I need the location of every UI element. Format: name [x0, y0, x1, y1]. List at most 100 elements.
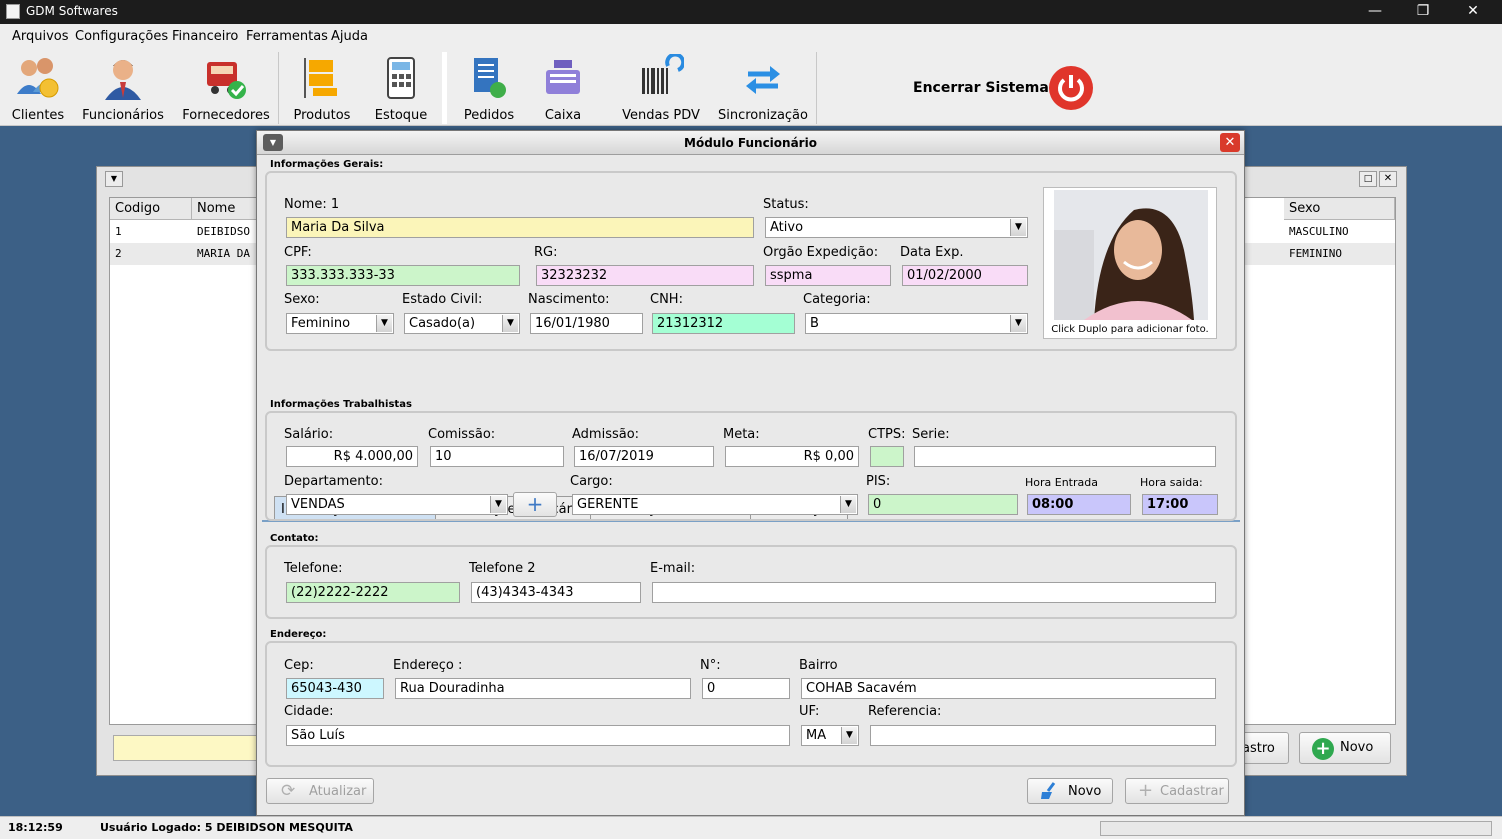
admissao-field[interactable]: 16/07/2019 — [574, 446, 714, 467]
chevron-down-icon[interactable]: ▼ — [105, 171, 123, 187]
toolbar-label: Caixa — [544, 108, 582, 123]
toolbar-label: Estoque — [374, 108, 428, 123]
email-field[interactable] — [652, 582, 1216, 603]
cidade-field[interactable]: São Luís — [286, 725, 790, 746]
estado-civil-select[interactable]: Casado(a) ▼ — [404, 313, 520, 334]
cadastrar-button[interactable]: + Cadastrar — [1125, 778, 1229, 804]
data-exp-label: Data Exp. — [900, 245, 964, 260]
telefone-field[interactable]: (22)2222-2222 — [286, 582, 460, 603]
cep-field[interactable]: 65043-430 — [286, 678, 384, 699]
truck-check-icon — [207, 62, 246, 99]
comissao-field[interactable]: 10 — [430, 446, 564, 467]
toolbar-clientes[interactable]: Clientes — [6, 50, 70, 126]
menu-arquivos[interactable]: Arquivos — [12, 29, 69, 44]
categoria-select[interactable]: B ▼ — [805, 313, 1028, 334]
refresh-icon: ⟳ — [281, 781, 296, 801]
column-header-nome[interactable]: Nome — [192, 198, 262, 220]
telefone2-field[interactable]: (43)4343-4343 — [471, 582, 641, 603]
orders-icon — [474, 58, 506, 98]
toolbar-pedidos[interactable]: Pedidos — [456, 50, 522, 126]
cargo-value: GERENTE — [577, 497, 639, 512]
cidade-label: Cidade: — [284, 704, 334, 719]
atualizar-button[interactable]: ⟳ Atualizar — [266, 778, 374, 804]
employee-photo[interactable]: Click Duplo para adicionar foto. — [1043, 187, 1217, 339]
referencia-field[interactable] — [870, 725, 1216, 746]
menu-financeiro[interactable]: Financeiro — [172, 29, 238, 44]
maximize-icon[interactable]: □ — [1359, 171, 1377, 187]
meta-field[interactable]: R$ 0,00 — [725, 446, 859, 467]
power-icon[interactable] — [1049, 66, 1093, 110]
menu-ferramentas[interactable]: Ferramentas — [246, 29, 328, 44]
cnh-field[interactable]: 21312312 — [652, 313, 795, 334]
search-field[interactable] — [113, 735, 263, 761]
cell-nome: MARIA DA — [197, 247, 250, 260]
encerrar-sistema-label[interactable]: Encerrar Sistema — [913, 80, 1049, 96]
section-contato: Contato: — [270, 533, 319, 544]
pis-field[interactable]: 0 — [868, 494, 1018, 515]
novo-label: Novo — [1068, 784, 1102, 799]
uf-select[interactable]: MA ▼ — [801, 725, 859, 746]
uf-value: MA — [806, 728, 827, 743]
dialog-title: Módulo Funcionário — [684, 136, 817, 150]
novo-button[interactable]: Novo — [1027, 778, 1113, 804]
menu-configuracoes[interactable]: Configurações — [75, 29, 168, 44]
close-icon[interactable]: ✕ — [1220, 133, 1240, 152]
toolbar-label: Clientes — [11, 108, 65, 123]
salario-label: Salário: — [284, 427, 334, 442]
chevron-down-icon: ▼ — [502, 315, 518, 332]
toolbar-caixa[interactable]: Caixa — [532, 50, 594, 126]
sexo-value: Feminino — [291, 316, 351, 331]
column-header-sexo[interactable]: Sexo — [1284, 198, 1395, 220]
column-header-codigo[interactable]: Codigo — [110, 198, 192, 220]
cell-nome: DEIBIDSO — [197, 225, 250, 238]
close-window-button[interactable]: ✕ — [1450, 0, 1496, 24]
nome-field[interactable]: Maria Da Silva — [286, 217, 754, 238]
bairro-field[interactable]: COHAB Sacavém — [801, 678, 1216, 699]
toolbar-funcionarios[interactable]: Funcionários — [80, 50, 166, 126]
cell-codigo: 2 — [115, 247, 122, 260]
modulo-funcionario-dialog: ▼ Módulo Funcionário ✕ Informações Gerai… — [256, 130, 1245, 816]
cadastrar-label: Cadastrar — [1160, 784, 1224, 799]
toolbar-label: Pedidos — [463, 108, 515, 123]
departamento-select[interactable]: VENDAS ▼ — [286, 494, 508, 515]
telefone-label: Telefone: — [284, 561, 343, 576]
pis-label: PIS: — [866, 474, 891, 489]
hora-saida-field[interactable]: 17:00 — [1142, 494, 1218, 515]
nome-label: Nome: 1 — [284, 197, 340, 212]
toolbar-vendas-pdv[interactable]: Vendas PDV — [614, 50, 708, 126]
status-select[interactable]: Ativo ▼ — [765, 217, 1028, 238]
rg-field[interactable]: 32323232 — [536, 265, 754, 286]
toolbar-fornecedores[interactable]: Fornecedores — [180, 50, 272, 126]
novo-list-button[interactable]: + Novo — [1299, 732, 1391, 764]
nascimento-field[interactable]: 16/01/1980 — [530, 313, 643, 334]
close-icon[interactable]: ✕ — [1379, 171, 1397, 187]
uf-label: UF: — [799, 704, 820, 719]
categoria-value: B — [810, 316, 819, 331]
hora-saida-label: Hora saida: — [1140, 476, 1203, 489]
toolbar-sincronizacao[interactable]: Sincronização — [716, 50, 810, 126]
restore-button[interactable]: ❐ — [1400, 0, 1446, 24]
departamento-label: Departamento: — [284, 474, 383, 489]
cargo-select[interactable]: GERENTE ▼ — [572, 494, 858, 515]
cpf-field[interactable]: 333.333.333-33 — [286, 265, 520, 286]
estado-civil-value: Casado(a) — [409, 316, 476, 331]
hora-entrada-field[interactable]: 08:00 — [1027, 494, 1131, 515]
endereco-field[interactable]: Rua Douradinha — [395, 678, 691, 699]
section-informacoes-trabalhistas: Informações Trabalhistas — [270, 399, 412, 410]
bairro-label: Bairro — [799, 658, 838, 673]
minimize-button[interactable]: — — [1352, 0, 1398, 24]
toolbar-estoque[interactable]: Estoque — [368, 50, 434, 126]
sexo-select[interactable]: Feminino ▼ — [286, 313, 394, 334]
status-bar: 18:12:59 Usuário Logado: 5 DEIBIDSON MES… — [0, 816, 1502, 839]
salario-field[interactable]: R$ 4.000,00 — [286, 446, 418, 467]
ctps-field[interactable] — [870, 446, 904, 467]
cargo-label: Cargo: — [570, 474, 613, 489]
chevron-down-icon: ▼ — [1010, 219, 1026, 236]
add-departamento-button[interactable]: + — [513, 492, 557, 517]
toolbar-produtos[interactable]: Produtos — [290, 50, 354, 126]
data-exp-field[interactable]: 01/02/2000 — [902, 265, 1028, 286]
numero-field[interactable]: 0 — [702, 678, 790, 699]
orgao-field[interactable]: sspma — [765, 265, 891, 286]
menu-ajuda[interactable]: Ajuda — [331, 29, 368, 44]
serie-field[interactable] — [914, 446, 1216, 467]
